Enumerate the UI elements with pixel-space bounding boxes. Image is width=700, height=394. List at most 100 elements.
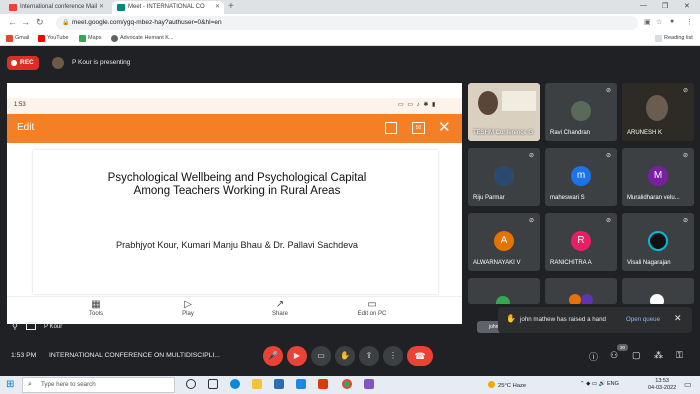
- address-bar[interactable]: 🔒 meet.google.com/ygq-mbez-hay?authuser=…: [56, 16, 638, 30]
- avatar: [496, 296, 510, 304]
- share-icon: ↗: [275, 299, 285, 310]
- tools-button[interactable]: ▦ Tools: [66, 298, 126, 317]
- camera-icon[interactable]: ▣: [644, 18, 651, 26]
- participant-tile[interactable]: ⊘ ARUNESH K: [622, 83, 694, 141]
- end-call-button[interactable]: ☎: [407, 346, 433, 366]
- task-view-icon[interactable]: [208, 379, 218, 389]
- avatar: M: [648, 166, 668, 186]
- avatar: [569, 294, 581, 304]
- meet-icon: [117, 4, 125, 11]
- play-button[interactable]: ▷ Play: [158, 298, 218, 317]
- raise-hand-button[interactable]: ✋: [335, 346, 355, 366]
- captions-button[interactable]: ▭: [311, 346, 331, 366]
- participant-tile[interactable]: TESHM Conference G: [468, 83, 540, 141]
- notification-icon[interactable]: ▭: [684, 380, 692, 389]
- slide-title: Psychological Wellbeing and Psychologica…: [107, 172, 367, 197]
- close-window-icon[interactable]: ✕: [684, 2, 690, 10]
- reload-icon[interactable]: ↻: [36, 17, 44, 28]
- reading-list[interactable]: Reading list: [655, 34, 693, 43]
- grid-icon[interactable]: [385, 122, 397, 134]
- menu-icon[interactable]: ⋮: [686, 18, 693, 26]
- mic-off-button[interactable]: 🎤: [263, 346, 283, 366]
- mic-off-icon: ⊘: [682, 218, 688, 224]
- close-icon[interactable]: ✕: [674, 313, 682, 324]
- bookmark-youtube[interactable]: YouTube: [38, 34, 69, 43]
- share-button[interactable]: ↗ Share: [250, 298, 310, 317]
- participant-tile[interactable]: [545, 278, 617, 304]
- edit-label[interactable]: Edit: [17, 122, 34, 133]
- mail-icon[interactable]: [296, 379, 306, 389]
- hand-raised-text: john mathew has raised a hand: [520, 316, 606, 323]
- avatar: R: [571, 231, 591, 251]
- app-icon[interactable]: [364, 379, 374, 389]
- chrome-icon[interactable]: [342, 379, 352, 389]
- pin-icon[interactable]: ⚲: [12, 322, 18, 331]
- weather-widget[interactable]: 25°C Haze: [488, 381, 526, 389]
- meeting-title: INTERNATIONAL CONFERENCE ON MULTIDISCIPL…: [49, 352, 220, 359]
- bookmark-maps[interactable]: Maps: [79, 34, 101, 43]
- participant-photo: [494, 166, 514, 186]
- more-options-button[interactable]: ⋮: [383, 346, 403, 366]
- people-icon[interactable]: ⚇: [610, 350, 618, 361]
- participant-tile[interactable]: ⊘ Visali Nagarajan: [622, 213, 694, 271]
- edit-on-pc-button[interactable]: ▭ Edit on PC: [342, 298, 402, 317]
- slide-authors: Prabhjyot Kour, Kumari Manju Bhau & Dr. …: [115, 240, 359, 250]
- forward-icon[interactable]: →: [21, 17, 30, 27]
- camera-off-button[interactable]: ▶: [287, 346, 307, 366]
- chat-icon[interactable]: ▢: [632, 350, 641, 361]
- participant-tile[interactable]: ⊘ Ravi Chandran: [545, 83, 617, 141]
- tab-gmail[interactable]: International conference Mail ✕: [4, 1, 108, 14]
- mic-off-icon: ⊘: [605, 218, 611, 224]
- maximize-icon[interactable]: ❐: [662, 2, 668, 10]
- maps-icon: [79, 35, 86, 42]
- close-icon[interactable]: ✕: [215, 1, 220, 14]
- back-icon[interactable]: ←: [8, 17, 17, 27]
- edge-icon[interactable]: [230, 379, 240, 389]
- participant-tile[interactable]: ⊘ R RANICHITRA A: [545, 213, 617, 271]
- new-tab-button[interactable]: +: [228, 1, 234, 12]
- globe-icon: [111, 35, 118, 42]
- phone-status-bar: [7, 98, 462, 114]
- search-icon: ⌕: [28, 381, 32, 388]
- open-queue-button[interactable]: Open queue: [626, 316, 660, 323]
- presenting-bar: [44, 54, 694, 72]
- office-icon[interactable]: [318, 379, 328, 389]
- presenting-label: P Kour is presenting: [72, 59, 131, 66]
- taskbar-clock[interactable]: 13:53 04-03-2022: [648, 378, 676, 392]
- participant-tile[interactable]: ⊘ M Muralidharan velu...: [622, 148, 694, 206]
- activities-icon[interactable]: ⁂: [654, 350, 663, 361]
- tab-title: Meet - INTERNATIONAL CO: [128, 4, 205, 10]
- system-tray[interactable]: ⌃ ◆ ▭ 🔊 ENG: [580, 381, 619, 387]
- reading-list-icon: [655, 35, 662, 42]
- youtube-icon: [38, 35, 45, 42]
- store-icon[interactable]: [274, 379, 284, 389]
- participant-tile[interactable]: ⊘ Riju Parmar: [468, 148, 540, 206]
- close-icon[interactable]: ✕: [99, 1, 104, 14]
- slide-number-icon[interactable]: 50: [412, 122, 425, 134]
- taskbar-search[interactable]: ⌕ Type here to search: [22, 377, 175, 393]
- gmail-icon: [9, 4, 17, 11]
- file-explorer-icon[interactable]: [252, 379, 262, 389]
- windows-start-icon[interactable]: ⊞: [6, 379, 14, 390]
- mic-off-icon: ⊘: [528, 153, 534, 159]
- present-button[interactable]: ⇪: [359, 346, 379, 366]
- pc-icon: ▭: [367, 299, 377, 310]
- participant-tile[interactable]: ⊘ m maheswari S: [545, 148, 617, 206]
- participant-tile[interactable]: [468, 278, 540, 304]
- phone-time: 1:53: [14, 102, 26, 108]
- participant-tile[interactable]: [622, 278, 694, 304]
- minimize-icon[interactable]: —: [640, 2, 647, 9]
- bookmark-advocate[interactable]: Advocate Hemant K...: [111, 34, 174, 43]
- tab-meet[interactable]: Meet - INTERNATIONAL CO ✕: [112, 1, 224, 14]
- bookmark-gmail[interactable]: Gmail: [6, 34, 29, 43]
- cortana-icon[interactable]: [186, 379, 196, 389]
- host-controls-icon[interactable]: ⚿: [676, 350, 683, 361]
- lock-icon: 🔒: [62, 20, 70, 26]
- sun-icon: [488, 381, 495, 388]
- star-icon[interactable]: ☆: [656, 18, 662, 26]
- participant-tile[interactable]: ⊘ A ALWARNAYAKI V: [468, 213, 540, 271]
- info-icon[interactable]: ⓘ: [589, 350, 598, 363]
- profile-icon[interactable]: ●: [670, 18, 674, 25]
- presenter-name: P Kour: [44, 324, 63, 330]
- close-icon[interactable]: ✕: [438, 118, 451, 136]
